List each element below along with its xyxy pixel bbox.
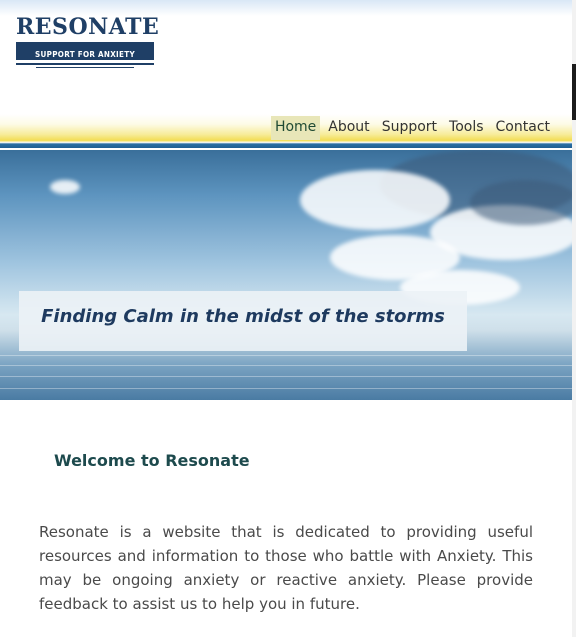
logo-rule <box>16 63 154 65</box>
storm-cloud <box>470 180 572 225</box>
sea-reflection <box>0 376 572 377</box>
tagline-box: Finding Calm in the midst of the storms <box>19 291 467 351</box>
cloud <box>300 170 450 230</box>
logo-rule-thin <box>36 67 134 68</box>
nav-item-support[interactable]: Support <box>378 116 441 140</box>
nav-item-tools[interactable]: Tools <box>445 116 488 140</box>
logo-text: RESONATE <box>16 14 160 40</box>
nav-item-home[interactable]: Home <box>270 116 321 140</box>
nav-item-contact[interactable]: Contact <box>492 116 554 140</box>
site-logo[interactable]: RESONATE SUPPORT FOR ANXIETY <box>16 14 160 70</box>
cloud <box>50 180 80 194</box>
hero-tagline: Finding Calm in the midst of the storms <box>41 306 445 327</box>
sea-reflection <box>0 355 572 356</box>
welcome-heading: Welcome to Resonate <box>54 451 250 470</box>
sea-reflection <box>0 365 572 366</box>
logo-band: SUPPORT FOR ANXIETY <box>16 42 154 60</box>
page: RESONATE SUPPORT FOR ANXIETY Home About … <box>0 0 572 637</box>
logo-subtitle: SUPPORT FOR ANXIETY <box>35 50 135 59</box>
hero-banner: Finding Calm in the midst of the storms <box>0 150 572 400</box>
main-nav: Home About Support Tools Contact <box>267 116 554 142</box>
nav-item-about[interactable]: About <box>324 116 373 140</box>
intro-paragraph: Resonate is a website that is dedicated … <box>39 523 533 613</box>
sea-reflection <box>0 388 572 389</box>
scrollbar-thumb[interactable] <box>572 64 576 120</box>
